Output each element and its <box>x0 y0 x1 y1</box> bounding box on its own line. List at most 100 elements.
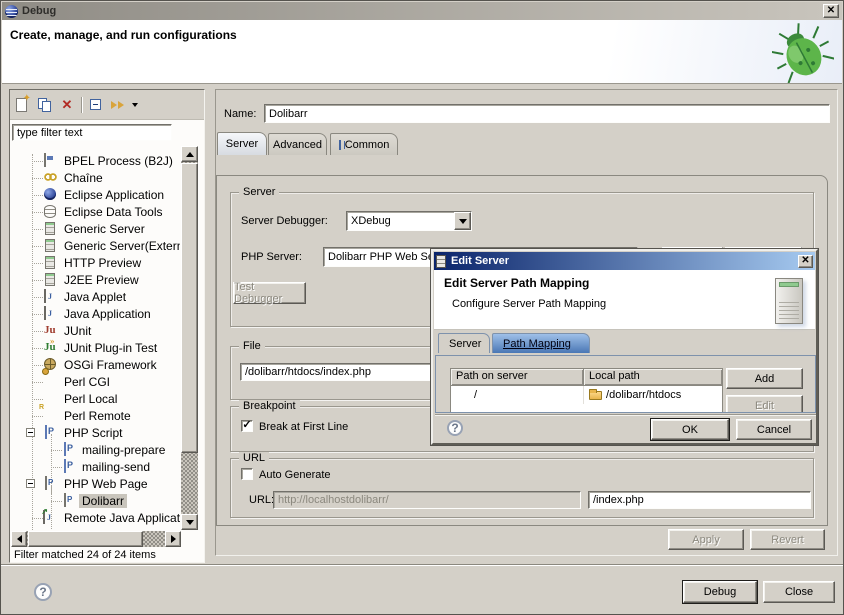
tree-item[interactable]: Generic Server(External La <box>11 238 180 254</box>
tree-horizontal-scrollbar[interactable] <box>11 531 181 547</box>
php-web-page-icon <box>45 476 47 490</box>
filter-icon <box>110 97 126 113</box>
scroll-left-button[interactable] <box>11 531 27 547</box>
collapse-all-button[interactable] <box>88 97 104 113</box>
window-title: Debug <box>22 5 56 17</box>
configurations-panel: ✕ BPEL Process (B2J) Chaîne Eclipse Appl… <box>9 89 205 563</box>
toolbar-menu-caret-icon[interactable] <box>132 103 138 110</box>
tree-item[interactable]: BPEL Process (B2J) <box>11 153 180 169</box>
tree-item[interactable]: Perl Remote <box>11 408 180 424</box>
tree-item[interactable]: mailing-send <box>11 459 180 475</box>
path-mapping-content: Path on server Local path / /dolibarr/ht… <box>435 355 816 413</box>
delete-configuration-button[interactable]: ✕ <box>59 97 75 113</box>
tree-item[interactable]: Perl Local <box>11 391 180 407</box>
scroll-up-button[interactable] <box>181 146 198 162</box>
scrollbar-thumb[interactable] <box>28 531 143 547</box>
test-debugger-button[interactable]: Test Debugger <box>233 282 306 304</box>
ok-button[interactable]: OK <box>651 419 729 440</box>
tree-toolbar: ✕ <box>10 90 204 120</box>
close-icon[interactable]: ✕ <box>823 4 839 18</box>
tree-item[interactable]: PHP Script <box>11 425 180 441</box>
table-row-empty[interactable] <box>451 404 722 413</box>
scroll-down-button[interactable] <box>181 514 198 530</box>
filter-status: Filter matched 24 of 24 items <box>14 549 156 561</box>
server-tower-icon <box>775 278 803 324</box>
url-group: URL Auto Generate URL: <box>230 458 814 518</box>
configuration-tree: BPEL Process (B2J) Chaîne Eclipse Applic… <box>11 146 180 530</box>
junit-plugin-icon <box>44 341 56 353</box>
tree-item[interactable]: Java Application <box>11 306 180 322</box>
path-mapping-table[interactable]: Path on server Local path / /dolibarr/ht… <box>450 368 723 413</box>
tree-item[interactable]: ↗Remote Java Application <box>11 510 180 526</box>
filter-button[interactable] <box>110 97 126 113</box>
debug-button[interactable]: Debug <box>683 581 757 603</box>
tree-item[interactable]: OSGi Framework <box>11 357 180 373</box>
new-page-icon <box>16 98 27 112</box>
server-debugger-select[interactable]: XDebug <box>346 211 472 231</box>
title-bar[interactable]: Debug ✕ <box>2 2 842 20</box>
apply-button[interactable]: Apply <box>668 529 744 550</box>
filter-input[interactable] <box>12 124 172 141</box>
scrollbar-thumb[interactable] <box>181 163 198 453</box>
tab-server[interactable]: Server <box>217 132 267 155</box>
column-header[interactable]: Path on server <box>451 369 584 386</box>
auto-generate-checkbox[interactable] <box>241 468 253 480</box>
page-title: Create, manage, and run configurations <box>10 28 842 42</box>
tab-common[interactable]: Common <box>330 133 398 155</box>
revert-button[interactable]: Revert <box>750 529 825 550</box>
toolbar-separator <box>81 97 82 113</box>
collapse-all-icon <box>90 99 101 110</box>
table-row[interactable]: / /dolibarr/htdocs <box>451 386 722 404</box>
tree-item[interactable]: J2EE Preview <box>11 272 180 288</box>
close-button[interactable]: Close <box>763 581 835 603</box>
dialog-tab-path-mapping[interactable]: Path Mapping <box>492 333 590 353</box>
url-path-input[interactable] <box>588 491 811 509</box>
server-icon <box>45 256 55 269</box>
tree-item[interactable]: Generic Server <box>11 221 180 237</box>
tab-advanced[interactable]: Advanced <box>268 133 327 155</box>
edit-server-title: Edit Server <box>451 255 509 267</box>
name-input[interactable] <box>264 104 830 123</box>
eclipse-app-icon <box>44 188 56 200</box>
server-icon <box>45 239 55 252</box>
duplicate-configuration-button[interactable] <box>37 97 53 113</box>
edit-mapping-button[interactable]: Edit <box>726 395 803 413</box>
edit-server-dialog: Edit Server ✕ Edit Server Path Mapping C… <box>431 249 818 445</box>
tree-item[interactable]: Java Applet <box>11 289 180 305</box>
tree-item[interactable]: Perl CGI <box>11 374 180 390</box>
close-icon[interactable]: ✕ <box>798 255 813 268</box>
server-icon <box>436 255 446 268</box>
dialog-tab-server[interactable]: Server <box>438 333 490 353</box>
break-first-line-label: Break at First Line <box>259 421 348 433</box>
table-icon <box>339 140 341 150</box>
tree-item[interactable]: JUnit <box>11 323 180 339</box>
collapse-node-icon[interactable] <box>26 479 35 488</box>
dialog-footer: ? OK Cancel <box>435 414 816 443</box>
bpel-icon <box>44 153 46 167</box>
cancel-button[interactable]: Cancel <box>736 419 812 440</box>
dialog-subheading: Configure Server Path Mapping <box>452 298 606 310</box>
scroll-right-button[interactable] <box>165 531 181 547</box>
tree-item[interactable]: mailing-prepare <box>11 442 180 458</box>
new-configuration-button[interactable] <box>15 97 31 113</box>
tree-item-selected[interactable]: Dolibarr <box>11 493 180 509</box>
edit-server-header: Edit Server Path Mapping Configure Serve… <box>434 270 815 330</box>
tree-item[interactable]: PHP Web Page <box>11 476 180 492</box>
php-file-icon <box>64 459 66 473</box>
php-script-icon <box>45 425 47 439</box>
chevron-down-icon[interactable] <box>454 212 471 230</box>
column-header[interactable]: Local path <box>584 369 722 386</box>
tree-vertical-scrollbar[interactable] <box>181 146 198 530</box>
tree-item[interactable]: Eclipse Application <box>11 187 180 203</box>
collapse-node-icon[interactable] <box>26 428 35 437</box>
banner: Create, manage, and run configurations <box>2 20 842 84</box>
tree-item[interactable]: HTTP Preview <box>11 255 180 271</box>
add-mapping-button[interactable]: Add <box>726 368 803 389</box>
tree-item[interactable]: JUnit Plug-in Test <box>11 340 180 356</box>
help-icon[interactable]: ? <box>447 420 463 436</box>
break-first-line-checkbox[interactable]: ✓ <box>241 420 253 432</box>
help-icon[interactable]: ? <box>34 583 52 601</box>
tree-item[interactable]: Eclipse Data Tools <box>11 204 180 220</box>
tree-item[interactable]: Chaîne <box>11 170 180 186</box>
edit-server-title-bar[interactable]: Edit Server ✕ <box>434 252 815 270</box>
